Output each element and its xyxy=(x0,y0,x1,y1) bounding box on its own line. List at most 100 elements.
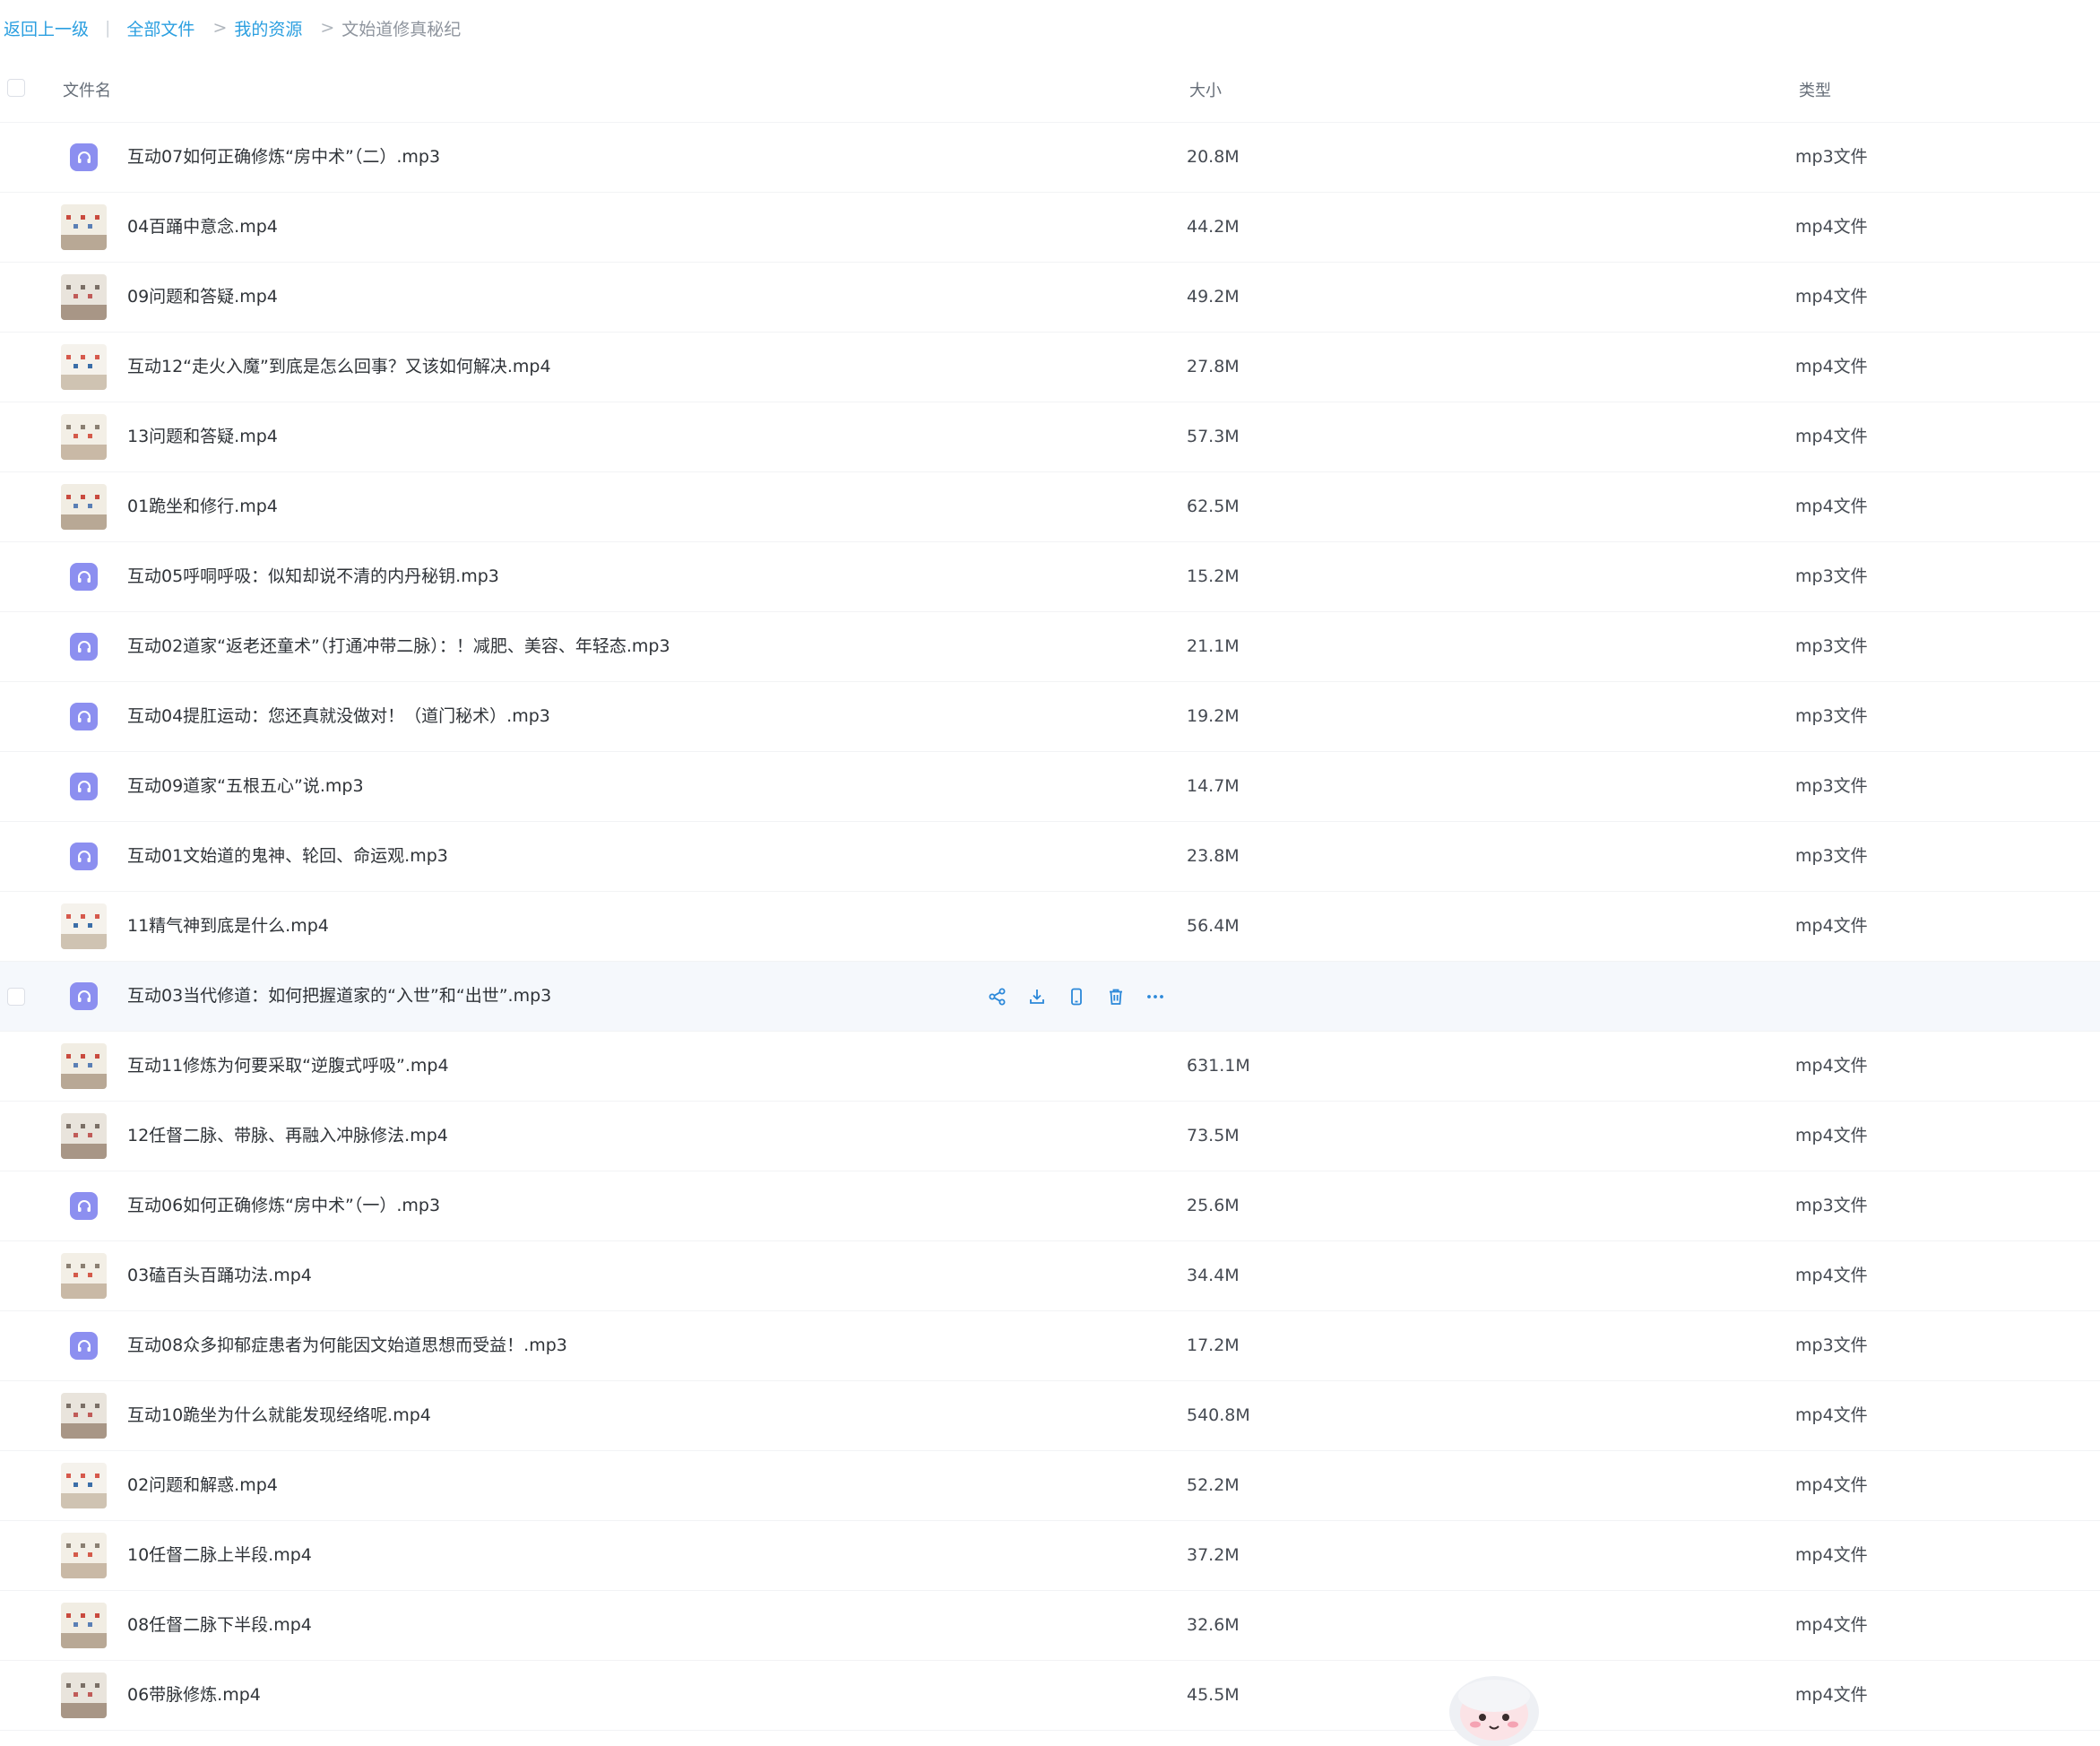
column-header-name[interactable]: 文件名 xyxy=(63,79,111,104)
file-row[interactable]: 13问题和答疑.mp4 57.3M mp4文件 xyxy=(0,402,2100,472)
column-header-size[interactable]: 大小 xyxy=(1189,79,1222,104)
file-row[interactable]: 互动11修炼为何要采取“逆腹式呼吸”.mp4 631.1M mp4文件 xyxy=(0,1032,2100,1102)
file-size: 49.2M xyxy=(1187,287,1240,307)
file-size: 23.8M xyxy=(1187,846,1240,866)
video-thumbnail[interactable] xyxy=(61,274,107,320)
file-list: 互动07如何正确修炼“房中术”（二）.mp3 20.8M mp3文件 04百踊中意念.… xyxy=(0,123,2100,1731)
file-row[interactable]: 10任督二脉上半段.mp4 37.2M mp4文件 xyxy=(0,1521,2100,1591)
file-name[interactable]: 02问题和解惑.mp4 xyxy=(127,1451,278,1520)
file-name[interactable]: 互动08众多抑郁症患者为何能因文始道思想而受益！.mp3 xyxy=(127,1311,567,1380)
file-row[interactable]: 互动01文始道的鬼神、轮回、命运观.mp3 23.8M mp3文件 xyxy=(0,822,2100,892)
file-row[interactable]: 02问题和解惑.mp4 52.2M mp4文件 xyxy=(0,1451,2100,1521)
file-name[interactable]: 11精气神到底是什么.mp4 xyxy=(127,892,329,961)
back-link[interactable]: 返回上一级 xyxy=(4,16,89,40)
download-icon xyxy=(1027,987,1047,1007)
file-row[interactable]: 互动08众多抑郁症患者为何能因文始道思想而受益！.mp3 17.2M mp3文件 xyxy=(0,1311,2100,1381)
file-name[interactable]: 13问题和答疑.mp4 xyxy=(127,402,278,471)
file-type: mp3文件 xyxy=(1795,1196,1868,1215)
file-row[interactable]: 互动03当代修道：如何把握道家的“入世”和“出世”.mp3 xyxy=(0,962,2100,1032)
file-row[interactable]: 03磕百头百踊功法.mp4 34.4M mp4文件 xyxy=(0,1241,2100,1311)
file-row[interactable]: 互动09道家“五根五心”说.mp3 14.7M mp3文件 xyxy=(0,752,2100,822)
video-thumbnail[interactable] xyxy=(61,1673,107,1718)
file-row[interactable]: 08任督二脉下半段.mp4 32.6M mp4文件 xyxy=(0,1591,2100,1661)
file-row[interactable]: 12任督二脉、带脉、再融入冲脉修法.mp4 73.5M mp4文件 xyxy=(0,1102,2100,1171)
file-name[interactable]: 互动10跪坐为什么就能发现经络呢.mp4 xyxy=(127,1381,431,1450)
breadcrumb-separator: > xyxy=(320,18,335,38)
file-size: 73.5M xyxy=(1187,1126,1240,1145)
file-size: 17.2M xyxy=(1187,1335,1240,1355)
assistant-mascot-icon[interactable] xyxy=(1445,1669,1543,1746)
audio-file-icon xyxy=(70,1192,98,1220)
row-actions xyxy=(986,985,1167,1008)
file-name[interactable]: 03磕百头百踊功法.mp4 xyxy=(127,1241,312,1310)
file-row[interactable]: 11精气神到底是什么.mp4 56.4M mp4文件 xyxy=(0,892,2100,962)
file-name[interactable]: 08任督二脉下半段.mp4 xyxy=(127,1591,312,1660)
file-size: 540.8M xyxy=(1187,1405,1250,1425)
video-thumbnail[interactable] xyxy=(61,1393,107,1439)
file-row[interactable]: 09问题和答疑.mp4 49.2M mp4文件 xyxy=(0,263,2100,333)
video-thumbnail[interactable] xyxy=(61,1253,107,1299)
file-row[interactable]: 互动12“走火入魔”到底是怎么回事？又该如何解决.mp4 27.8M mp4文件 xyxy=(0,333,2100,402)
file-type: mp4文件 xyxy=(1795,1126,1868,1145)
share-button[interactable] xyxy=(986,985,1009,1008)
row-checkbox[interactable] xyxy=(7,988,25,1006)
file-row[interactable]: 互动07如何正确修炼“房中术”（二）.mp3 20.8M mp3文件 xyxy=(0,123,2100,193)
file-type: mp3文件 xyxy=(1795,566,1868,586)
file-row[interactable]: 互动05呼哃呼吸：似知却说不清的内丹秘钥.mp3 15.2M mp3文件 xyxy=(0,542,2100,612)
video-thumbnail[interactable] xyxy=(61,204,107,250)
file-name[interactable]: 互动06如何正确修炼“房中术”（一）.mp3 xyxy=(127,1171,440,1240)
file-row[interactable]: 互动04提肛运动：您还真就没做对！（道门秘术）.mp3 19.2M mp3文件 xyxy=(0,682,2100,752)
breadcrumb-divider: | xyxy=(105,18,111,38)
video-thumbnail[interactable] xyxy=(61,1603,107,1648)
file-name[interactable]: 互动12“走火入魔”到底是怎么回事？又该如何解决.mp4 xyxy=(127,333,551,402)
delete-button[interactable] xyxy=(1104,985,1128,1008)
video-thumbnail[interactable] xyxy=(61,1113,107,1159)
file-type: mp3文件 xyxy=(1795,776,1868,796)
phone-icon xyxy=(1067,987,1086,1007)
file-name[interactable]: 互动05呼哃呼吸：似知却说不清的内丹秘钥.mp3 xyxy=(127,542,499,611)
file-row[interactable]: 互动02道家“返老还童术”（打通冲带二脉）：！减肥、美容、年轻态.mp3 21.1… xyxy=(0,612,2100,682)
breadcrumb-my-resources[interactable]: 我的资源 xyxy=(234,16,302,40)
more-button[interactable] xyxy=(1144,985,1167,1008)
file-type: mp3文件 xyxy=(1795,147,1868,167)
file-row[interactable]: 01跪坐和修行.mp4 62.5M mp4文件 xyxy=(0,472,2100,542)
send-to-phone-button[interactable] xyxy=(1065,985,1088,1008)
file-name[interactable]: 12任督二脉、带脉、再融入冲脉修法.mp4 xyxy=(127,1102,448,1171)
file-name[interactable]: 互动01文始道的鬼神、轮回、命运观.mp3 xyxy=(127,822,448,891)
file-type: mp3文件 xyxy=(1795,1335,1868,1355)
file-type: mp3文件 xyxy=(1795,706,1868,726)
column-header-type[interactable]: 类型 xyxy=(1799,79,1831,104)
file-row[interactable]: 互动06如何正确修炼“房中术”（一）.mp3 25.6M mp3文件 xyxy=(0,1171,2100,1241)
file-row[interactable]: 互动10跪坐为什么就能发现经络呢.mp4 540.8M mp4文件 xyxy=(0,1381,2100,1451)
file-size: 62.5M xyxy=(1187,497,1240,516)
file-name[interactable]: 互动04提肛运动：您还真就没做对！（道门秘术）.mp3 xyxy=(127,682,550,751)
video-thumbnail[interactable] xyxy=(61,344,107,390)
select-all-checkbox[interactable] xyxy=(7,79,25,97)
file-name[interactable]: 10任督二脉上半段.mp4 xyxy=(127,1521,312,1590)
file-name[interactable]: 09问题和答疑.mp4 xyxy=(127,263,278,332)
video-thumbnail[interactable] xyxy=(61,414,107,460)
file-type: mp4文件 xyxy=(1795,1056,1868,1076)
file-row[interactable]: 04百踊中意念.mp4 44.2M mp4文件 xyxy=(0,193,2100,263)
file-name[interactable]: 04百踊中意念.mp4 xyxy=(127,193,278,262)
video-thumbnail[interactable] xyxy=(61,1043,107,1089)
file-name[interactable]: 互动07如何正确修炼“房中术”（二）.mp3 xyxy=(127,123,440,192)
file-size: 52.2M xyxy=(1187,1475,1240,1495)
file-name[interactable]: 互动09道家“五根五心”说.mp3 xyxy=(127,752,364,821)
file-size: 20.8M xyxy=(1187,147,1240,167)
file-name[interactable]: 互动03当代修道：如何把握道家的“入世”和“出世”.mp3 xyxy=(127,962,551,1031)
file-name[interactable]: 互动11修炼为何要采取“逆腹式呼吸”.mp4 xyxy=(127,1032,449,1101)
audio-file-icon xyxy=(70,563,98,591)
video-thumbnail[interactable] xyxy=(61,1463,107,1508)
file-name[interactable]: 01跪坐和修行.mp4 xyxy=(127,472,278,541)
video-thumbnail[interactable] xyxy=(61,903,107,949)
file-type: mp4文件 xyxy=(1795,1405,1868,1425)
video-thumbnail[interactable] xyxy=(61,1533,107,1578)
file-type: mp4文件 xyxy=(1795,1266,1868,1285)
breadcrumb-all-files[interactable]: 全部文件 xyxy=(126,16,194,40)
file-name[interactable]: 06带脉修炼.mp4 xyxy=(127,1661,261,1730)
download-button[interactable] xyxy=(1025,985,1049,1008)
file-row[interactable]: 06带脉修炼.mp4 45.5M mp4文件 xyxy=(0,1661,2100,1731)
video-thumbnail[interactable] xyxy=(61,484,107,530)
file-name[interactable]: 互动02道家“返老还童术”（打通冲带二脉）：！减肥、美容、年轻态.mp3 xyxy=(127,612,670,681)
